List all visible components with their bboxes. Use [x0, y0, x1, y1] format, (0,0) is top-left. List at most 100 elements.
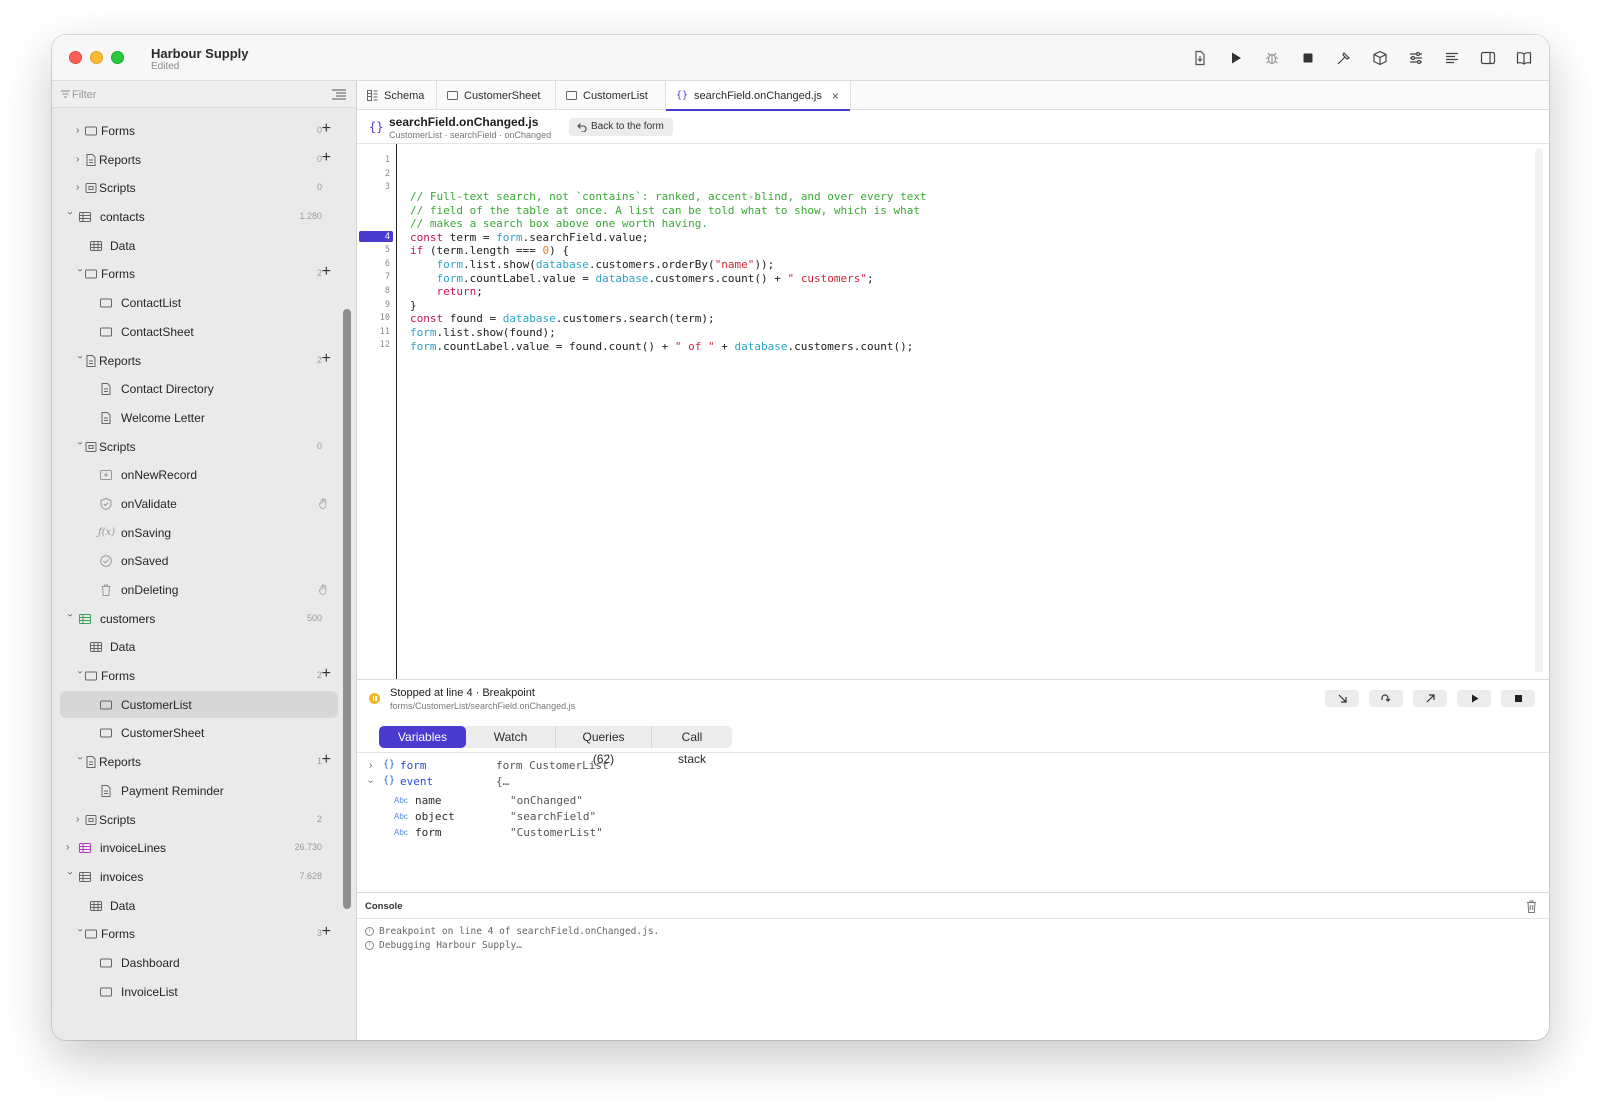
tree-row-form-invoicelist[interactable]: InvoiceList	[52, 978, 340, 1007]
code-content[interactable]: // Full-text search, not `contains`: ran…	[410, 190, 1537, 353]
tree-row-script-onsaving[interactable]: ƒ(x) onSaving	[52, 519, 340, 548]
step-out-icon[interactable]	[1413, 690, 1447, 707]
tree-row-forms[interactable]: › Forms 2 +	[52, 260, 340, 289]
tree-row-data[interactable]: Data	[52, 232, 340, 261]
tab-schema[interactable]: Schema	[357, 81, 437, 110]
outline-list-icon[interactable]	[332, 89, 346, 100]
form-icon	[100, 987, 112, 997]
zoom-window-button[interactable]	[111, 51, 124, 64]
tree-row-form-customersheet[interactable]: CustomerSheet	[52, 719, 340, 748]
continue-icon[interactable]	[1457, 690, 1491, 707]
code-line: form.list.show(database.customers.orderB…	[436, 257, 775, 271]
back-to-form-button[interactable]: Back to the form	[569, 118, 673, 136]
export-icon[interactable]	[1187, 45, 1213, 71]
tree-row-reports[interactable]: › Reports 0 +	[52, 146, 340, 175]
script-icon	[85, 441, 97, 452]
step-into-icon[interactable]	[1325, 690, 1359, 707]
console-header: Console	[357, 892, 1549, 919]
tree-row-form-contactsheet[interactable]: ContactSheet	[52, 318, 340, 347]
tree-row-forms[interactable]: › Forms 3 +	[52, 920, 340, 949]
chevron-down-icon[interactable]: ›	[65, 871, 76, 881]
book-icon[interactable]	[1511, 45, 1537, 71]
close-tab-icon[interactable]: ×	[832, 89, 839, 103]
chevron-down-icon[interactable]: ›	[75, 929, 86, 939]
tab-watch[interactable]: Watch	[466, 726, 556, 748]
tree-row-table-invoices[interactable]: › invoices 7.628	[52, 863, 340, 892]
chevron-right-icon[interactable]: ›	[66, 842, 76, 853]
variable-row[interactable]: Abc form "CustomerList"	[357, 825, 1549, 841]
tree-row-data[interactable]: Data	[52, 892, 340, 921]
tab-customerlist[interactable]: CustomerList	[556, 81, 666, 110]
tree-row-forms[interactable]: › Forms 2 +	[52, 662, 340, 691]
align-left-icon[interactable]	[1439, 45, 1465, 71]
add-form-button[interactable]: +	[322, 120, 331, 138]
tree-row-table-customers[interactable]: › customers 500	[52, 605, 340, 634]
report-icon	[86, 756, 96, 769]
debug-bug-icon[interactable]	[1259, 45, 1285, 71]
add-report-button[interactable]: +	[322, 149, 331, 167]
settings-sliders-icon[interactable]	[1403, 45, 1429, 71]
variable-row[interactable]: Abc name "onChanged"	[357, 793, 1549, 809]
build-hammer-icon[interactable]	[1331, 45, 1357, 71]
stop-icon[interactable]	[1295, 45, 1321, 71]
tab-queries[interactable]: Queries (62)	[556, 726, 652, 766]
tree-row-reports[interactable]: › Reports 2 +	[52, 347, 340, 376]
tab-call-stack[interactable]: Call stack	[652, 726, 732, 766]
variable-row[interactable]: Abc object "searchField"	[357, 809, 1549, 825]
tree-row-report-contact-directory[interactable]: Contact Directory	[52, 375, 340, 404]
tree-row-form-dashboard[interactable]: Dashboard	[52, 949, 340, 978]
tab-searchfield-onchanged[interactable]: {} searchField.onChanged.js ×	[666, 81, 851, 111]
stop-icon[interactable]	[1501, 690, 1535, 707]
chevron-down-icon[interactable]: ›	[65, 613, 76, 623]
form-icon	[100, 298, 112, 308]
split-view-icon[interactable]	[1475, 45, 1501, 71]
tree-row-scripts[interactable]: › Scripts 2	[52, 806, 340, 835]
chevron-down-icon[interactable]: ›	[65, 212, 76, 222]
chevron-down-icon[interactable]: ›	[75, 355, 86, 365]
tree-row-table-invoicelines[interactable]: › invoiceLines 26.730	[52, 834, 340, 863]
chevron-down-icon[interactable]: ›	[75, 269, 86, 279]
tree-row-script-onvalidate[interactable]: onValidate	[52, 490, 340, 519]
chevron-down-icon[interactable]: ›	[75, 441, 86, 451]
trash-icon[interactable]	[1526, 900, 1537, 913]
tab-variables[interactable]: Variables	[379, 726, 466, 748]
tree-row-script-onsaved[interactable]: onSaved	[52, 547, 340, 576]
chevron-down-icon[interactable]: ›	[365, 780, 376, 783]
script-icon	[85, 183, 97, 194]
tree-row-scripts[interactable]: › Scripts 0	[52, 174, 340, 203]
tree-row-table-contacts[interactable]: › contacts 1.280	[52, 203, 340, 232]
minimize-window-button[interactable]	[90, 51, 103, 64]
tree-row-script-ondeleting[interactable]: onDeleting	[52, 576, 340, 605]
filter-input[interactable]	[72, 85, 312, 104]
add-report-button[interactable]: +	[322, 751, 331, 769]
tab-customersheet[interactable]: CustomerSheet	[437, 81, 556, 110]
variable-row[interactable]: › {} form form CustomerList	[357, 758, 1549, 774]
chevron-down-icon[interactable]: ›	[75, 671, 86, 681]
tree-row-script-onnewrecord[interactable]: onNewRecord	[52, 461, 340, 490]
tree-row-report-welcome-letter[interactable]: Welcome Letter	[52, 404, 340, 433]
line-gutter[interactable]: 1 2 3 4 5 6 7 8 9 10 11 12	[357, 144, 397, 679]
sidebar-scrollbar[interactable]	[343, 309, 351, 909]
filter-bar	[52, 81, 356, 108]
close-window-button[interactable]	[69, 51, 82, 64]
tree-row-data[interactable]: Data	[52, 633, 340, 662]
chevron-right-icon[interactable]: ›	[369, 760, 372, 771]
tree-row-form-contactlist[interactable]: ContactList	[52, 289, 340, 318]
add-report-button[interactable]: +	[322, 350, 331, 368]
add-form-button[interactable]: +	[322, 665, 331, 683]
step-over-icon[interactable]	[1369, 690, 1403, 707]
editor-scrollbar[interactable]	[1535, 148, 1543, 673]
string-type-icon: Abc	[394, 796, 408, 805]
variable-row[interactable]: › {} event {…	[357, 774, 1549, 790]
tree-row-report-payment-reminder[interactable]: Payment Reminder	[52, 777, 340, 806]
run-icon[interactable]	[1223, 45, 1249, 71]
add-form-button[interactable]: +	[322, 923, 331, 941]
chevron-down-icon[interactable]: ›	[75, 757, 86, 767]
tree-row-form-customerlist[interactable]: CustomerList	[52, 690, 340, 720]
tree-row-reports[interactable]: › Reports 1 +	[52, 748, 340, 777]
code-editor[interactable]: 1 2 3 4 5 6 7 8 9 10 11 12 // Full-text …	[357, 144, 1549, 679]
tree-row-scripts[interactable]: › Scripts 0	[52, 433, 340, 462]
tree-row-forms[interactable]: › Forms 0 +	[52, 117, 340, 146]
add-form-button[interactable]: +	[322, 263, 331, 281]
package-icon[interactable]	[1367, 45, 1393, 71]
